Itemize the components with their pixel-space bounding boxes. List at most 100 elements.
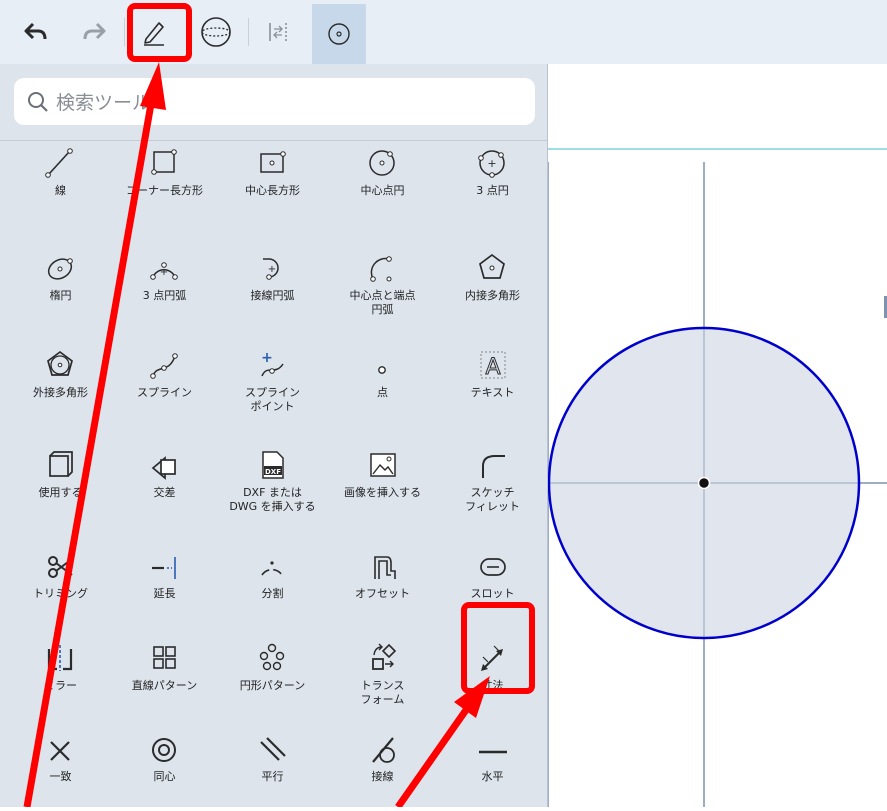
tool-concentric[interactable]: 同心 bbox=[110, 728, 219, 784]
tool-insert-dxf[interactable]: DXF DXF または DWG を挿入する bbox=[218, 444, 327, 514]
tool-spline-point[interactable]: + スプライン ポイント bbox=[218, 344, 327, 414]
tool-icon-wrap bbox=[110, 637, 219, 677]
canvas-drawing bbox=[547, 148, 887, 807]
tool-icon-wrap bbox=[218, 545, 327, 585]
tool-label: 中心点と端点 円弧 bbox=[349, 289, 416, 316]
slot-icon bbox=[479, 558, 506, 576]
circle-tool-icon bbox=[328, 23, 350, 45]
tool-icon-wrap bbox=[218, 728, 327, 768]
tool-label: コーナー長方形 bbox=[126, 184, 203, 197]
tool-point[interactable]: 点 bbox=[328, 344, 437, 400]
tangent-icon bbox=[371, 737, 395, 763]
tool-horizontal[interactable]: 水平 bbox=[438, 728, 547, 784]
tool-label: スケッチ フィレット bbox=[465, 486, 520, 513]
tool-three-point-arc[interactable]: +3 点円弧 bbox=[110, 247, 219, 303]
tool-coincident[interactable]: 一致 bbox=[6, 728, 115, 784]
search-input[interactable]: 検索ツール bbox=[14, 78, 535, 125]
tool-icon-wrap: DXF bbox=[218, 444, 327, 484]
tool-use[interactable]: 使用する bbox=[6, 444, 115, 500]
tool-icon-wrap bbox=[328, 545, 437, 585]
tool-linear-pattern[interactable]: 直線パターン bbox=[110, 637, 219, 693]
tool-insert-image[interactable]: 画像を挿入する bbox=[328, 444, 437, 500]
tool-icon-wrap bbox=[6, 247, 115, 287]
tool-icon-wrap: + bbox=[218, 344, 327, 384]
tool-circular-pattern[interactable]: 円形パターン bbox=[218, 637, 327, 693]
tool-trim[interactable]: トリミング bbox=[6, 545, 115, 601]
tool-label: 点 bbox=[377, 386, 388, 399]
sketch-tools-panel: 検索ツール 線コーナー長方形 中心長方形 中心点円 +3 点円 楕円 +3 点円弧 + 接線円… bbox=[0, 64, 548, 807]
tool-label: 平行 bbox=[261, 770, 284, 783]
tool-text[interactable]: A テキスト bbox=[438, 344, 547, 400]
tool-icon-wrap: + bbox=[218, 247, 327, 287]
circle-center-point[interactable] bbox=[697, 476, 711, 490]
tool-offset[interactable]: オフセット bbox=[328, 545, 437, 601]
tool-icon-wrap bbox=[110, 728, 219, 768]
svg-text:+: + bbox=[487, 157, 496, 170]
horizontal-icon bbox=[478, 750, 507, 754]
tool-label: 交差 bbox=[153, 486, 176, 499]
svg-text:DXF: DXF bbox=[265, 468, 281, 476]
tool-line[interactable]: 線 bbox=[6, 142, 115, 198]
tool-sketch-fillet[interactable]: スケッチ フィレット bbox=[438, 444, 547, 514]
tool-slot[interactable]: スロット bbox=[438, 545, 547, 601]
tool-transform[interactable]: トランス フォーム bbox=[328, 637, 437, 707]
use-icon bbox=[48, 451, 73, 477]
redo-button[interactable] bbox=[76, 8, 112, 56]
tool-label: スプライン ポイント bbox=[245, 386, 300, 413]
tool-corner-rectangle[interactable]: コーナー長方形 bbox=[110, 142, 219, 198]
tool-icon-wrap bbox=[6, 637, 115, 677]
tool-three-point-circle[interactable]: +3 点円 bbox=[438, 142, 547, 198]
sketch-canvas[interactable] bbox=[547, 64, 887, 807]
tool-label: 外接多角形 bbox=[33, 386, 88, 399]
intersect-icon bbox=[151, 456, 176, 480]
search-icon bbox=[28, 91, 48, 112]
parallel-icon bbox=[259, 737, 286, 761]
tool-intersect[interactable]: 交差 bbox=[110, 444, 219, 500]
tool-label: 3 点円弧 bbox=[142, 289, 187, 302]
tool-label: オフセット bbox=[355, 587, 410, 600]
view-button[interactable] bbox=[196, 8, 236, 56]
undo-button[interactable] bbox=[18, 8, 54, 56]
tool-label: 内接多角形 bbox=[465, 289, 520, 302]
tool-label: テキスト bbox=[470, 386, 515, 399]
align-button[interactable] bbox=[258, 8, 298, 56]
tool-circumscribed-polygon[interactable]: 外接多角形 bbox=[6, 344, 115, 400]
tool-mirror[interactable]: ミラー bbox=[6, 637, 115, 693]
tool-icon-wrap bbox=[328, 728, 437, 768]
sketch-fillet-icon bbox=[481, 455, 505, 478]
tool-icon-wrap bbox=[328, 142, 437, 182]
svg-text:A: A bbox=[485, 355, 500, 380]
tool-label: 水平 bbox=[481, 770, 504, 783]
tool-label: スプライン bbox=[137, 386, 192, 399]
insert-image-icon bbox=[369, 453, 396, 477]
annotation-box-dimension bbox=[461, 602, 535, 694]
tool-icon-wrap bbox=[438, 444, 547, 484]
tool-tangent[interactable]: 接線 bbox=[328, 728, 437, 784]
tool-extend[interactable]: 延長 bbox=[110, 545, 219, 601]
tool-label: DXF または DWG を挿入する bbox=[229, 486, 316, 513]
tool-center-rectangle[interactable]: 中心長方形 bbox=[218, 142, 327, 198]
tool-center-point-arc[interactable]: 中心点と端点 円弧 bbox=[328, 247, 437, 317]
insert-dxf-icon: DXF bbox=[261, 451, 284, 479]
tool-split[interactable]: 分割 bbox=[218, 545, 327, 601]
tool-icon-wrap: + bbox=[438, 142, 547, 182]
undo-icon bbox=[24, 22, 47, 40]
tool-icon-wrap bbox=[438, 247, 547, 287]
tool-ellipse[interactable]: 楕円 bbox=[6, 247, 115, 303]
circle-tool-button[interactable] bbox=[312, 4, 366, 64]
line-icon bbox=[44, 148, 73, 178]
tool-tangent-arc[interactable]: + 接線円弧 bbox=[218, 247, 327, 303]
tool-center-circle[interactable]: 中心点円 bbox=[328, 142, 437, 198]
tool-parallel[interactable]: 平行 bbox=[218, 728, 327, 784]
tool-spline[interactable]: スプライン bbox=[110, 344, 219, 400]
offset-icon bbox=[373, 556, 396, 579]
svg-text:+: + bbox=[267, 264, 275, 275]
tool-icon-wrap: A bbox=[438, 344, 547, 384]
tool-inscribed-polygon[interactable]: 内接多角形 bbox=[438, 247, 547, 303]
center-circle-icon bbox=[368, 150, 395, 176]
extend-icon bbox=[151, 557, 176, 579]
inscribed-polygon-icon bbox=[478, 253, 505, 279]
annotation-box-sketch bbox=[127, 3, 192, 62]
tool-label: 接線円弧 bbox=[250, 289, 295, 302]
tool-icon-wrap bbox=[6, 728, 115, 768]
